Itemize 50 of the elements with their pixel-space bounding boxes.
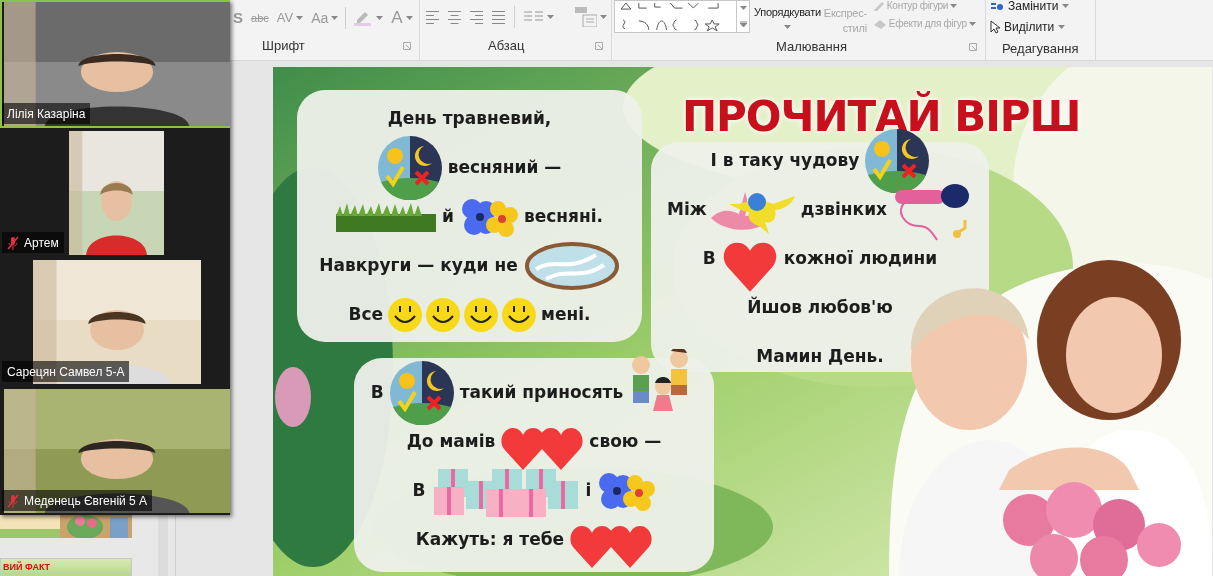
caret-icon: [600, 15, 607, 19]
highlighter-icon: [353, 10, 374, 26]
spacing-button[interactable]: AV: [275, 8, 305, 28]
cursor-icon: [990, 20, 1000, 34]
replace-icon: [990, 1, 1004, 11]
group-label: Малювання: [776, 38, 847, 57]
participant-name: Меденець Євгеній 5 А: [24, 492, 148, 510]
video-tile[interactable]: Артем: [0, 129, 230, 257]
participant-name: Лілія Казаріна: [7, 105, 86, 123]
pen-icon: [872, 1, 885, 11]
justify-icon[interactable]: [492, 9, 505, 25]
align-left-icon[interactable]: [426, 9, 439, 25]
scrollbar[interactable]: [158, 515, 168, 576]
dialog-launcher-icon[interactable]: [969, 43, 977, 51]
caret-icon: [296, 16, 304, 20]
caret-icon: [950, 4, 958, 8]
caret-icon: [331, 16, 339, 20]
thumbnail-title: ВИЙ ФАКТ: [3, 560, 51, 573]
shadow-button[interactable]: S: [232, 6, 244, 30]
highlight-button[interactable]: [352, 10, 385, 26]
case-button[interactable]: Aa: [310, 7, 340, 29]
caret-icon: [1062, 4, 1070, 8]
slide-thumbnail[interactable]: ВИЙ ФАКТ: [0, 557, 132, 576]
caret-icon: [547, 15, 554, 19]
caret-icon: [376, 16, 384, 20]
color-button[interactable]: A: [390, 5, 414, 31]
align-center-icon[interactable]: [448, 9, 461, 25]
caret-icon: [783, 25, 791, 29]
caret-icon: [1058, 25, 1066, 29]
participant-name: Сарецян Самвел 5-А: [7, 363, 125, 381]
eraser-icon: [872, 18, 887, 30]
video-tile[interactable]: Сарецян Самвел 5-А: [0, 258, 230, 386]
more-icon[interactable]: [739, 20, 747, 27]
caret-icon: [739, 6, 747, 11]
replace-button[interactable]: Замінити: [990, 0, 1095, 12]
group-label: Шрифт: [262, 37, 305, 56]
align-right-icon[interactable]: [470, 9, 483, 25]
text-align-icon[interactable]: [575, 7, 597, 27]
arrange-button[interactable]: Упорядкувати: [754, 6, 821, 29]
group-label: Редагування: [1002, 40, 1079, 59]
video-tile[interactable]: Меденець Євгеній 5 А: [0, 387, 230, 515]
dialog-launcher-icon[interactable]: [595, 42, 603, 50]
strike-button[interactable]: abc: [250, 9, 270, 27]
dialog-launcher-icon[interactable]: [403, 42, 411, 50]
caret-icon: [968, 22, 976, 26]
video-tile[interactable]: Лілія Казаріна: [0, 0, 230, 128]
group-label: Абзац: [488, 37, 525, 56]
select-button[interactable]: Виділити: [990, 20, 1095, 34]
caret-icon: [405, 16, 413, 20]
participant-name: Артем: [24, 234, 59, 252]
